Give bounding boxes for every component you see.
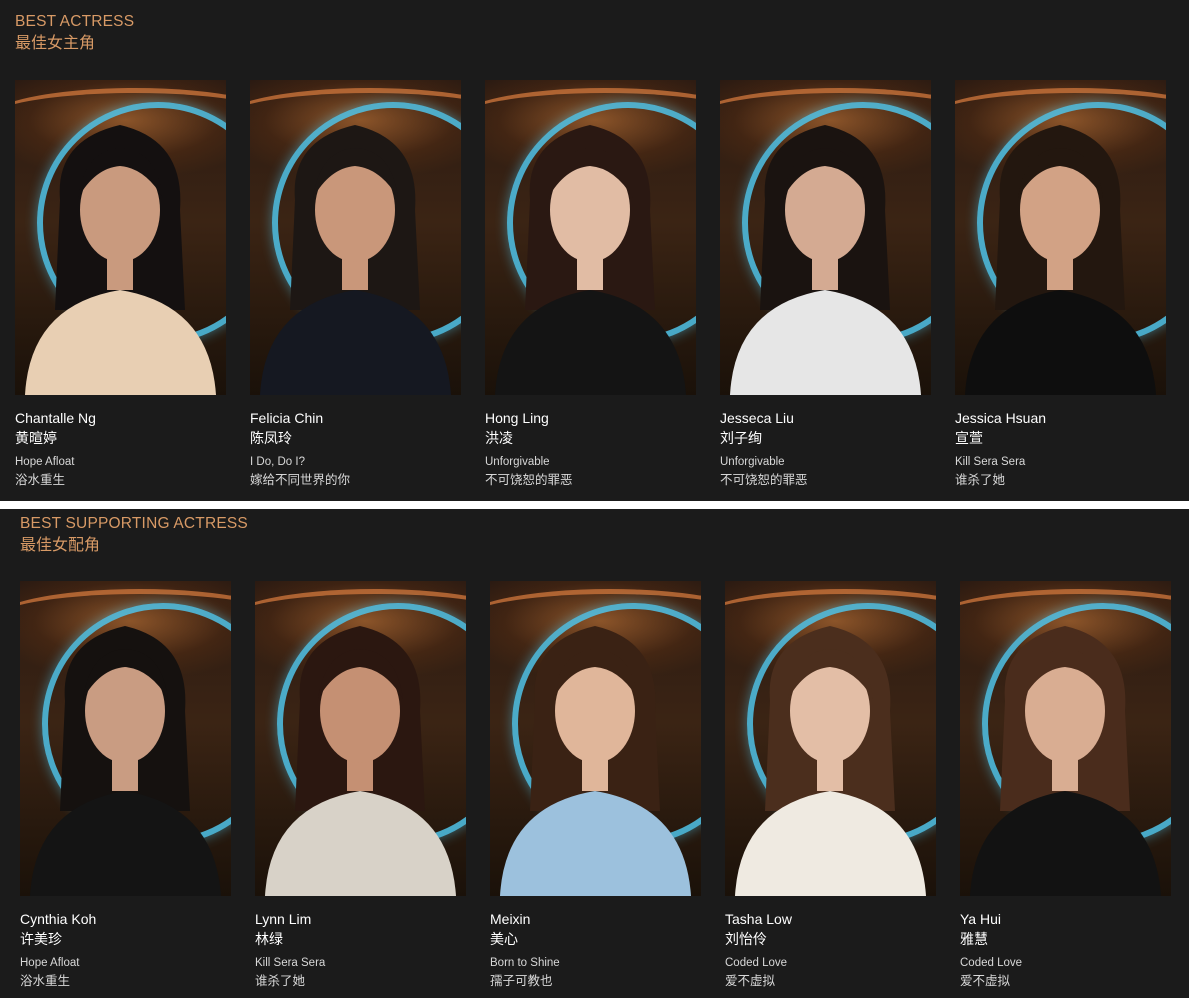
nominee-name-zh: 雅慧 (960, 932, 988, 948)
nominee-name: Tasha Low (725, 911, 792, 927)
film-title-zh: 爱不虚拟 (960, 973, 1011, 988)
nominee-card[interactable]: Tasha Low 刘怡伶 Coded Love 爱不虚拟 (725, 581, 936, 988)
nominee-photo (955, 80, 1166, 395)
category-title: BEST ACTRESS (15, 13, 135, 30)
nominee-photo (725, 581, 936, 896)
portrait-silhouette (500, 626, 691, 896)
nominee-card[interactable]: Lynn Lim 林绿 Kill Sera Sera 谁杀了她 (255, 581, 466, 988)
nominee-name-zh: 刘怡伶 (725, 932, 767, 948)
nominee-name: Jessica Hsuan (955, 410, 1047, 426)
nominee-card[interactable]: Hong Ling 洪凌 Unforgivable 不可饶恕的罪恶 (485, 80, 696, 487)
nominee-card[interactable]: Ya Hui 雅慧 Coded Love 爱不虚拟 (960, 581, 1171, 988)
nominee-photo (720, 80, 931, 395)
nominee-name: Lynn Lim (255, 911, 312, 927)
nominee-name: Jesseca Liu (720, 410, 794, 426)
nominee-name-zh: 陈凤玲 (250, 431, 292, 447)
nominee-name: Felicia Chin (250, 410, 324, 426)
nominee-photo (15, 80, 226, 395)
best-actress-section: BEST ACTRESS 最佳女主角 Chantalle Ng 黄暄婷 Hope… (0, 0, 1189, 501)
film-title: Born to Shine (490, 957, 560, 969)
film-title-zh: 谁杀了她 (255, 973, 306, 988)
nominee-name-zh: 宣萱 (955, 431, 983, 447)
nominee-name-zh: 黄暄婷 (15, 431, 57, 447)
nominee-name-zh: 刘子绚 (720, 431, 762, 447)
film-title: Kill Sera Sera (955, 456, 1026, 468)
category-title-zh: 最佳女配角 (20, 535, 101, 554)
nominee-photo (20, 581, 231, 896)
nominee-name-zh: 洪凌 (485, 431, 513, 447)
film-title-zh: 不可饶恕的罪恶 (720, 472, 808, 487)
portrait-silhouette (970, 626, 1161, 896)
film-title: Unforgivable (485, 456, 550, 468)
nominee-card[interactable]: Chantalle Ng 黄暄婷 Hope Afloat 浴水重生 (15, 80, 226, 487)
nominee-card[interactable]: Felicia Chin 陈凤玲 I Do, Do I? 嫁给不同世界的你 (250, 80, 461, 487)
nominee-name: Chantalle Ng (15, 410, 96, 426)
nominee-photo (255, 581, 466, 896)
film-title-zh: 浴水重生 (20, 973, 71, 988)
film-title-zh: 嫁给不同世界的你 (250, 472, 351, 487)
nominee-name: Meixin (490, 911, 531, 927)
nominee-card[interactable]: Jessica Hsuan 宣萱 Kill Sera Sera 谁杀了她 (955, 80, 1166, 487)
portrait-silhouette (30, 626, 221, 896)
nominee-name: Ya Hui (960, 911, 1001, 927)
portrait-silhouette (25, 125, 216, 395)
portrait-silhouette (730, 125, 921, 395)
portrait-silhouette (735, 626, 926, 896)
nominee-name-zh: 许美珍 (20, 932, 62, 948)
nominee-name-zh: 美心 (490, 932, 518, 948)
film-title: I Do, Do I? (250, 456, 305, 468)
film-title: Coded Love (960, 957, 1023, 969)
nominee-name: Hong Ling (485, 410, 549, 426)
category-title: BEST SUPPORTING ACTRESS (20, 515, 248, 532)
category-title-zh: 最佳女主角 (15, 33, 96, 52)
film-title: Coded Love (725, 957, 788, 969)
nominee-card[interactable]: Jesseca Liu 刘子绚 Unforgivable 不可饶恕的罪恶 (720, 80, 931, 487)
nominee-photo (250, 80, 461, 395)
portrait-silhouette (495, 125, 686, 395)
film-title-zh: 孺子可教也 (490, 973, 553, 988)
portrait-silhouette (260, 125, 451, 395)
nominee-card[interactable]: Meixin 美心 Born to Shine 孺子可教也 (490, 581, 701, 988)
film-title: Hope Afloat (20, 957, 80, 969)
nominee-photo (960, 581, 1171, 896)
nominee-name: Cynthia Koh (20, 911, 97, 927)
nominee-name-zh: 林绿 (255, 932, 283, 948)
film-title: Kill Sera Sera (255, 957, 326, 969)
portrait-silhouette (965, 125, 1156, 395)
film-title-zh: 谁杀了她 (955, 472, 1006, 487)
film-title: Hope Afloat (15, 456, 75, 468)
film-title-zh: 不可饶恕的罪恶 (485, 472, 573, 487)
nominee-photo (490, 581, 701, 896)
portrait-silhouette (265, 626, 456, 896)
nominee-card[interactable]: Cynthia Koh 许美珍 Hope Afloat 浴水重生 (20, 581, 231, 988)
film-title-zh: 爱不虚拟 (725, 973, 776, 988)
nominee-photo (485, 80, 696, 395)
film-title: Unforgivable (720, 456, 785, 468)
best-supporting-actress-section: BEST SUPPORTING ACTRESS 最佳女配角 Cynthia Ko… (0, 509, 1189, 998)
film-title-zh: 浴水重生 (15, 472, 66, 487)
